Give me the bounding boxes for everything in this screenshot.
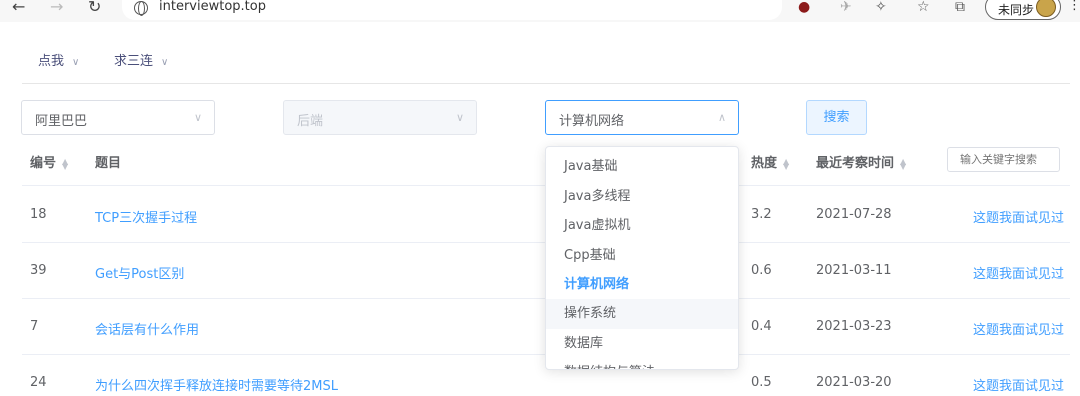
row-id: 24 xyxy=(30,375,47,390)
question-link[interactable]: 会话层有什么作用 xyxy=(95,319,199,338)
collections-icon[interactable]: ⧉ xyxy=(955,0,965,14)
address-bar[interactable]: interviewtop.top xyxy=(122,0,782,20)
dropdown-option-selected[interactable]: 计算机网络 xyxy=(546,270,738,300)
row-date: 2021-03-23 xyxy=(816,319,892,334)
category-dropdown: Java基础 Java多线程 Java虚拟机 Cpp基础 计算机网络 操作系统 … xyxy=(545,146,739,370)
question-link[interactable]: Get与Post区别 xyxy=(95,263,184,282)
seen-in-interview-link[interactable]: 这题我面试见过 xyxy=(973,319,1064,338)
refresh-icon[interactable]: ↻ xyxy=(88,0,101,15)
row-heat: 0.5 xyxy=(751,375,772,390)
company-select[interactable]: 阿里巴巴 ∨ xyxy=(21,100,215,135)
profile-label: 未同步 xyxy=(998,3,1035,17)
sort-icon[interactable]: ▲ ▼ xyxy=(783,157,789,170)
dropdown-option[interactable]: Java多线程 xyxy=(546,182,738,212)
company-select-value: 阿里巴巴 xyxy=(35,114,88,129)
keyword-search-input[interactable] xyxy=(947,147,1060,172)
category-select-value: 计算机网络 xyxy=(559,114,625,129)
seen-in-interview-link[interactable]: 这题我面试见过 xyxy=(973,207,1064,226)
menu-item-label: 求三连 xyxy=(114,54,154,69)
puzzle-icon[interactable]: ✧ xyxy=(875,0,887,14)
chevron-down-icon: ∨ xyxy=(455,111,464,124)
column-header-heat[interactable]: 热度 ▲ ▼ xyxy=(751,152,789,171)
column-header-last-time[interactable]: 最近考察时间 ▲ ▼ xyxy=(816,152,906,171)
back-icon[interactable]: ← xyxy=(12,0,25,15)
chevron-down-icon: ∨ xyxy=(161,57,169,68)
sort-icon[interactable]: ▲ ▼ xyxy=(900,157,906,170)
menu-item-qiusanlian[interactable]: 求三连 ∨ xyxy=(114,50,168,69)
row-date: 2021-07-28 xyxy=(816,207,892,222)
seen-in-interview-link[interactable]: 这题我面试见过 xyxy=(973,263,1064,282)
seen-in-interview-link[interactable]: 这题我面试见过 xyxy=(973,375,1064,394)
column-header-label: 热度 xyxy=(751,156,778,171)
dropdown-option-hovered[interactable]: 操作系统 xyxy=(546,299,738,329)
chevron-down-icon: ∨ xyxy=(72,57,80,68)
dropdown-option[interactable]: 数据结构与算法 xyxy=(546,358,738,369)
chevron-up-icon: ∧ xyxy=(717,111,726,124)
row-heat: 3.2 xyxy=(751,207,772,222)
question-link[interactable]: TCP三次握手过程 xyxy=(95,207,197,226)
row-id: 39 xyxy=(30,263,47,278)
row-id: 18 xyxy=(30,207,47,222)
column-header-label: 最近考察时间 xyxy=(816,156,895,171)
pin-icon[interactable]: ✈ xyxy=(840,0,852,14)
chevron-down-icon: ∨ xyxy=(193,111,202,124)
column-header-id[interactable]: 编号 ▲ ▼ xyxy=(30,152,68,171)
question-link[interactable]: 为什么四次挥手释放连接时需要等待2MSL xyxy=(95,375,338,394)
extension-icon[interactable]: ● xyxy=(798,0,810,14)
dropdown-option[interactable]: Java基础 xyxy=(546,152,738,182)
more-icon[interactable]: ⋮ xyxy=(1068,0,1080,12)
search-button[interactable]: 搜索 xyxy=(806,100,867,135)
profile-button[interactable]: 未同步 xyxy=(985,0,1061,20)
category-select[interactable]: 计算机网络 ∧ xyxy=(545,100,739,135)
row-id: 7 xyxy=(30,319,39,334)
sort-icon[interactable]: ▲ ▼ xyxy=(62,157,68,170)
row-heat: 0.6 xyxy=(751,263,772,278)
column-header-question: 题目 xyxy=(95,156,122,171)
dropdown-option[interactable]: 数据库 xyxy=(546,329,738,359)
url-text: interviewtop.top xyxy=(159,0,266,14)
menu-divider xyxy=(22,83,1070,84)
menu-item-label: 点我 xyxy=(38,54,65,69)
menu-item-dianwo[interactable]: 点我 ∨ xyxy=(38,50,79,69)
row-date: 2021-03-20 xyxy=(816,375,892,390)
dropdown-option[interactable]: Java虚拟机 xyxy=(546,211,738,241)
role-select-value: 后端 xyxy=(297,114,324,129)
role-select: 后端 ∨ xyxy=(283,100,477,135)
dropdown-option[interactable]: Cpp基础 xyxy=(546,241,738,271)
globe-icon xyxy=(134,1,148,16)
favorites-icon[interactable]: ☆ xyxy=(917,0,930,14)
avatar xyxy=(1036,0,1056,17)
row-heat: 0.4 xyxy=(751,319,772,334)
forward-icon[interactable]: → xyxy=(50,0,63,15)
row-date: 2021-03-11 xyxy=(816,263,892,278)
column-header-label: 编号 xyxy=(30,156,57,171)
browser-toolbar: ← → ↻ interviewtop.top ● ✈ ✧ ☆ ⧉ 未同步 ⋮ xyxy=(0,0,1080,22)
